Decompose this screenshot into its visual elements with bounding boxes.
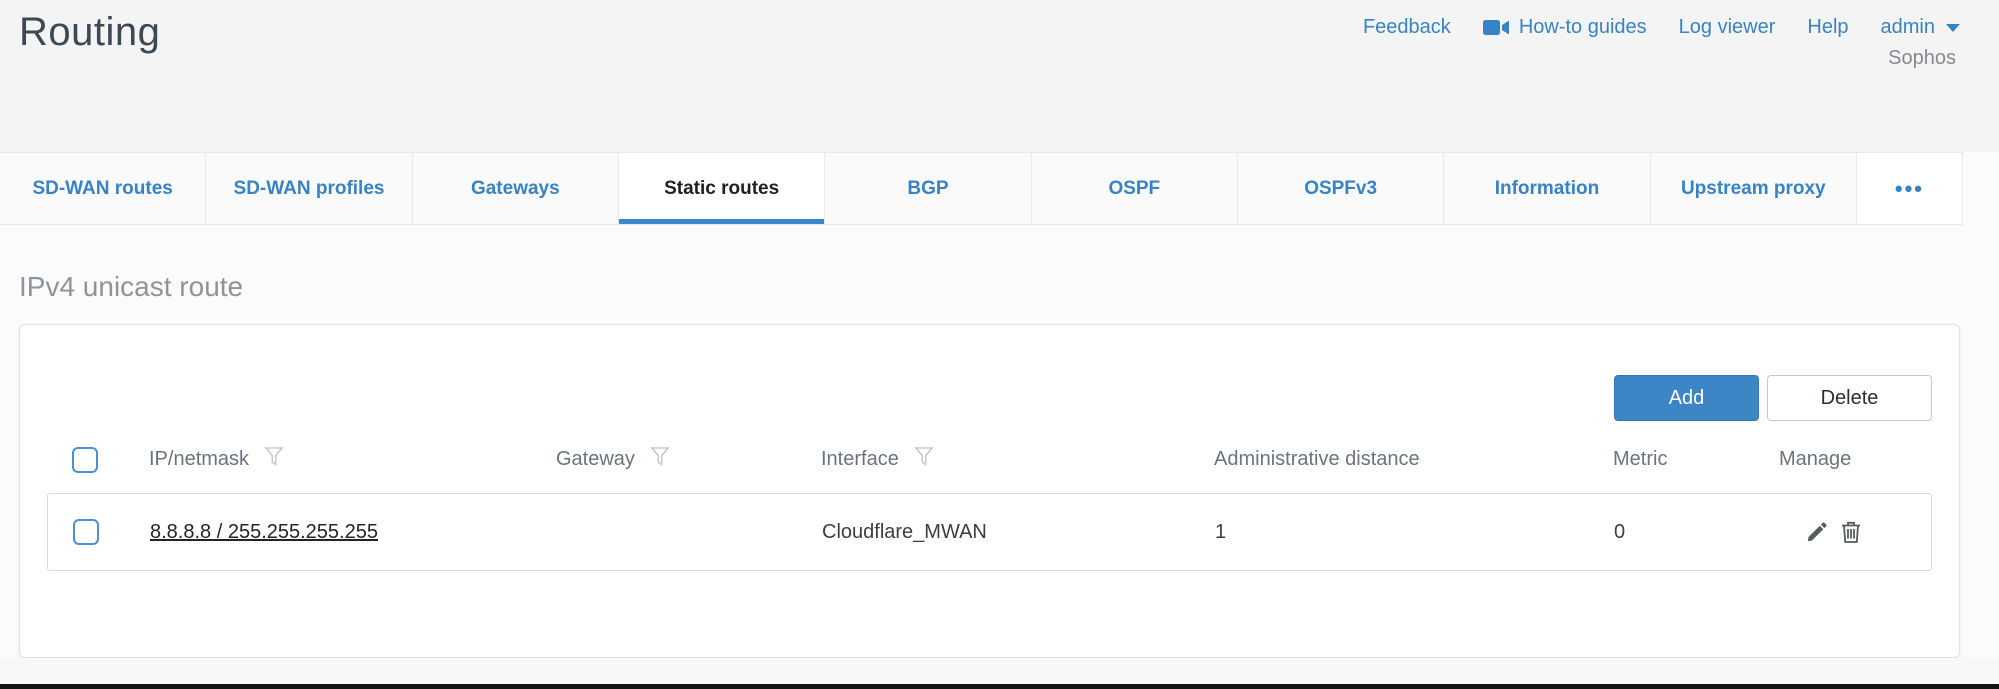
filter-icon[interactable] [264,446,284,473]
header-band: Routing Feedback How-to guides Log viewe… [0,0,1999,152]
table-row: 8.8.8.8 / 255.255.255.255 Cloudflare_MWA… [47,493,1932,571]
tab-information[interactable]: Information [1444,153,1650,224]
select-all-checkbox[interactable] [72,447,98,473]
filter-icon[interactable] [650,446,670,473]
col-header-interface: Interface [821,448,899,471]
route-admin-distance: 1 [1215,521,1614,544]
log-viewer-link[interactable]: Log viewer [1679,16,1776,39]
col-header-gateway: Gateway [556,448,635,471]
section-heading: IPv4 unicast route [19,271,1999,303]
tab-static-routes[interactable]: Static routes [619,153,825,224]
filter-icon[interactable] [914,446,934,473]
delete-trash-icon[interactable] [1840,520,1862,544]
chevron-down-icon [1946,24,1960,32]
tab-ospfv3[interactable]: OSPFv3 [1238,153,1444,224]
col-header-manage: Manage [1779,448,1851,471]
edit-icon[interactable] [1805,520,1829,544]
page-title: Routing [19,10,160,55]
top-navigation: Feedback How-to guides Log viewer Help a… [1363,10,1960,70]
help-link[interactable]: Help [1807,16,1848,39]
tab-ospf[interactable]: OSPF [1032,153,1238,224]
tab-bgp[interactable]: BGP [825,153,1031,224]
delete-button[interactable]: Delete [1767,375,1932,421]
howto-guides-link[interactable]: How-to guides [1483,16,1647,39]
tab-bar: SD-WAN routes SD-WAN profiles Gateways S… [0,152,1963,225]
footer-gap [0,658,1999,684]
col-header-metric: Metric [1613,448,1667,471]
col-header-admin-distance: Administrative distance [1214,448,1420,471]
row-checkbox[interactable] [73,519,99,545]
tab-gateways[interactable]: Gateways [413,153,619,224]
route-ip-netmask-link[interactable]: 8.8.8.8 / 255.255.255.255 [150,521,378,543]
route-metric: 0 [1614,521,1780,544]
admin-menu[interactable]: admin [1881,16,1960,39]
col-header-ip-netmask: IP/netmask [149,448,249,471]
brand-label: Sophos [1888,47,1960,70]
window-bottom-edge [0,684,1999,689]
tab-sdwan-profiles[interactable]: SD-WAN profiles [206,153,412,224]
add-button[interactable]: Add [1614,375,1759,421]
tab-sdwan-routes[interactable]: SD-WAN routes [0,153,206,224]
route-interface: Cloudflare_MWAN [822,521,1215,544]
routes-card: Add Delete IP/netmask Gateway Interface [19,324,1960,658]
main-content: IPv4 unicast route Add Delete IP/netmask… [0,271,1999,658]
more-tabs-button[interactable]: ••• [1857,153,1962,224]
table-header-row: IP/netmask Gateway Interface Administrat… [47,437,1932,482]
video-camera-icon [1483,19,1510,36]
tab-upstream-proxy[interactable]: Upstream proxy [1651,153,1857,224]
feedback-link[interactable]: Feedback [1363,16,1451,39]
